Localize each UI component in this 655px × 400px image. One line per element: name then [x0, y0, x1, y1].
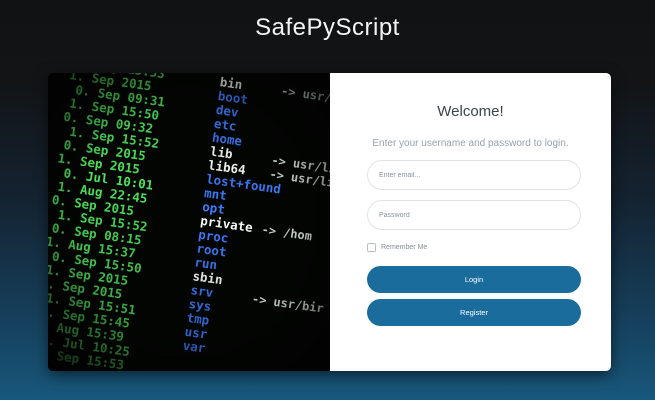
welcome-heading: Welcome! [437, 103, 504, 120]
login-form: Welcome! Enter your username and passwor… [330, 73, 611, 371]
terminal-hero-image: 1. Sep 15:53bin0. Sep 15:53boot1. Sep 20… [48, 73, 330, 371]
terminal-hero-graphic: 1. Sep 15:53bin0. Sep 15:53boot1. Sep 20… [48, 73, 330, 371]
login-button[interactable]: Login [367, 266, 581, 293]
remember-me-label: Remember Me [381, 244, 428, 251]
register-button[interactable]: Register [367, 299, 581, 326]
login-card: 1. Sep 15:53bin0. Sep 15:53boot1. Sep 20… [48, 73, 611, 371]
remember-me[interactable]: Remember Me [367, 243, 427, 252]
email-field[interactable] [367, 160, 581, 190]
app-title: SafePyScript [255, 14, 400, 41]
hero-vignette [48, 73, 330, 371]
remember-me-checkbox[interactable] [367, 243, 376, 252]
password-field[interactable] [367, 200, 581, 230]
login-subtitle: Enter your username and password to logi… [372, 138, 569, 149]
